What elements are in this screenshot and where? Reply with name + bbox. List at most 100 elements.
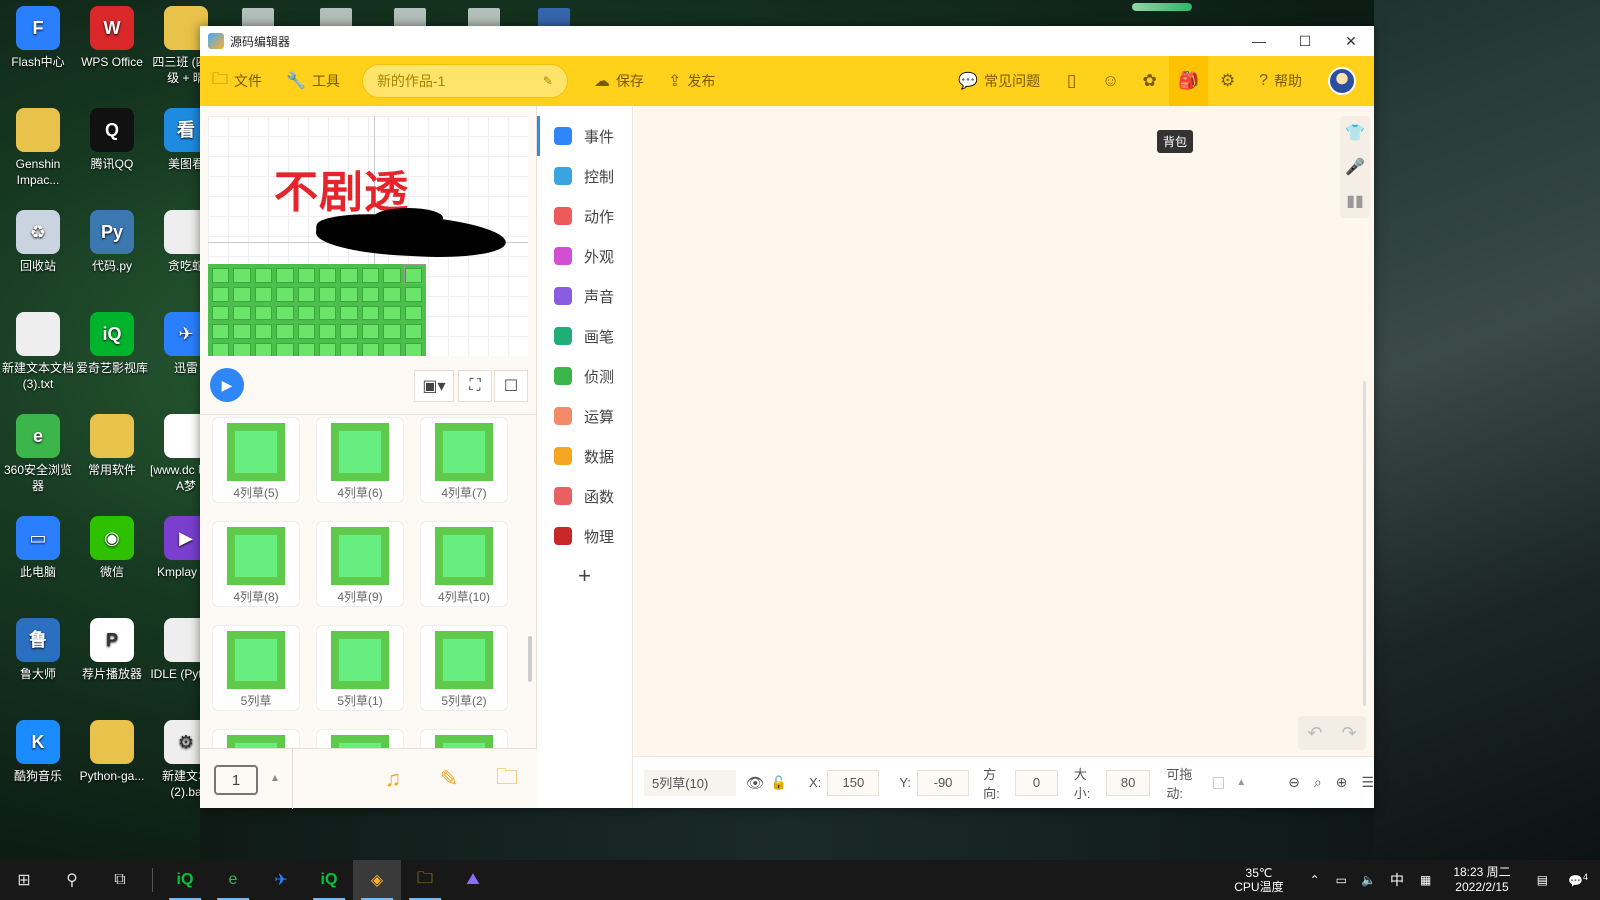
add-folder-icon[interactable]: 🗀: [492, 764, 522, 793]
selected-sprite-box[interactable]: [404, 264, 426, 284]
browser-360-taskbar-icon[interactable]: e: [209, 860, 257, 900]
project-name-input[interactable]: 新的作品-1 ✎: [361, 64, 568, 98]
minimize-button[interactable]: —: [1236, 26, 1282, 56]
sprite-card[interactable]: 5列草(1): [316, 625, 404, 711]
collapse-arrow-icon[interactable]: ▲: [1236, 777, 1246, 788]
eye-icon[interactable]: 👁: [746, 774, 765, 792]
maximize-button[interactable]: ☐: [1282, 26, 1328, 56]
sprite-card[interactable]: 4列草(10): [420, 521, 508, 607]
sprite-card[interactable]: 4列草(8): [212, 521, 300, 607]
zoom-out-icon[interactable]: ⊖: [1288, 774, 1300, 791]
category-item[interactable]: 事件: [537, 116, 632, 156]
chart-icon[interactable]: ▮▮: [1340, 184, 1370, 218]
costume-icon[interactable]: 👕: [1340, 116, 1370, 150]
category-item[interactable]: 运算: [537, 396, 632, 436]
sprite-card[interactable]: 4列草(6): [316, 417, 404, 503]
size-field[interactable]: 80: [1105, 769, 1151, 796]
desktop-icon[interactable]: 常用软件: [74, 408, 150, 478]
desktop-icon[interactable]: K 酷狗音乐: [0, 714, 76, 784]
scene-up-arrow-icon[interactable]: ▲: [270, 773, 280, 784]
user-avatar[interactable]: [1328, 67, 1356, 95]
direction-field[interactable]: 0: [1015, 769, 1058, 796]
desktop-icon[interactable]: ▭ 此电脑: [0, 510, 76, 580]
volume-icon[interactable]: 🔈: [1361, 873, 1376, 887]
desktop-icon[interactable]: iQ 爱奇艺影视库: [74, 306, 150, 376]
zoom-reset-icon[interactable]: ⌕: [1314, 774, 1322, 791]
tools-menu[interactable]: 🔧 工具: [274, 56, 352, 106]
play-button[interactable]: ▶: [210, 368, 244, 402]
start-windows-icon[interactable]: ⊞: [0, 860, 48, 900]
sprite-card[interactable]: 4列草(9): [316, 521, 404, 607]
chevron-up-icon[interactable]: ⌃: [1310, 873, 1320, 887]
workspace-vertical-scrollbar[interactable]: [1363, 381, 1366, 706]
category-item[interactable]: 画笔: [537, 316, 632, 356]
category-item[interactable]: 声音: [537, 276, 632, 316]
network-icon[interactable]: ▭: [1336, 873, 1347, 887]
desktop-icon[interactable]: Python-ga...: [74, 714, 150, 784]
grass-sprite-grid[interactable]: [208, 264, 426, 356]
desktop-icon[interactable]: 鲁鲁大师: [0, 612, 76, 682]
mobile-preview-icon[interactable]: ▯: [1052, 56, 1091, 106]
category-item[interactable]: 物理: [537, 516, 632, 556]
search-icon[interactable]: ⚲: [48, 860, 96, 900]
menu-icon[interactable]: ☰: [1361, 774, 1374, 791]
extensions-icon[interactable]: ✿: [1130, 56, 1169, 106]
clock[interactable]: 18:23 周二 2022/2/15: [1453, 865, 1510, 895]
desktop-icon[interactable]: ♻ 回收站: [0, 204, 76, 274]
draggable-checkbox[interactable]: [1212, 776, 1225, 789]
x-position-field[interactable]: 150: [827, 769, 880, 796]
redo-icon[interactable]: ↷: [1341, 723, 1356, 744]
sprite-list-scrollbar[interactable]: [528, 636, 532, 682]
desktop-icon[interactable]: Genshin Impac...: [0, 102, 76, 188]
iqiyi-taskbar-icon[interactable]: iQ: [161, 860, 209, 900]
notification-icon[interactable]: 💬4: [1568, 872, 1588, 888]
robot-icon[interactable]: ☺: [1091, 56, 1130, 106]
add-category-button[interactable]: +: [537, 556, 632, 596]
desktop-icon[interactable]: ◉ 微信: [74, 510, 150, 580]
code-editor-taskbar-icon[interactable]: ◈: [353, 860, 401, 900]
ime-indicator[interactable]: 中: [1390, 870, 1404, 890]
fullscreen-icon[interactable]: ⛶: [458, 370, 492, 402]
save-button[interactable]: ☁ 保存: [582, 56, 656, 106]
sprite-card[interactable]: 4列草(7): [420, 417, 508, 503]
small-stage-icon[interactable]: ☐: [494, 370, 528, 402]
undo-icon[interactable]: ↶: [1307, 723, 1322, 744]
stage-size-dropdown[interactable]: ▣▾: [414, 370, 454, 402]
xunlei-taskbar-icon[interactable]: ✈: [257, 860, 305, 900]
iqiyi-library-taskbar-icon[interactable]: iQ: [305, 860, 353, 900]
music-icon[interactable]: ♫: [378, 765, 408, 793]
stage-canvas[interactable]: 不剧透: [208, 116, 528, 356]
sprite-card[interactable]: [420, 729, 508, 748]
category-item[interactable]: 函数: [537, 476, 632, 516]
file-explorer-taskbar-icon[interactable]: 🗀: [401, 860, 449, 900]
sprite-card[interactable]: 5列草: [212, 625, 300, 711]
microphone-icon[interactable]: 🎤: [1340, 150, 1370, 184]
desktop-icon[interactable]: e 360安全浏览器: [0, 408, 76, 494]
desktop-icon[interactable]: 新建文本文档 (3).txt: [0, 306, 76, 392]
paint-brush-icon[interactable]: ✎: [434, 765, 464, 793]
publish-button[interactable]: ⇪ 发布: [656, 56, 727, 106]
category-item[interactable]: 外观: [537, 236, 632, 276]
category-item[interactable]: 控制: [537, 156, 632, 196]
photos-taskbar-icon[interactable]: ⛰: [449, 860, 497, 900]
desktop-icon[interactable]: W WPS Office: [74, 0, 150, 70]
desktop-icon[interactable]: P 荐片播放器: [74, 612, 150, 682]
sprite-card[interactable]: [212, 729, 300, 748]
y-position-field[interactable]: -90: [916, 769, 970, 796]
close-button[interactable]: ✕: [1328, 26, 1374, 56]
task-view-icon[interactable]: ⧉: [96, 860, 144, 900]
sprite-card[interactable]: 5列草(2): [420, 625, 508, 711]
code-workspace[interactable]: 👕 🎤 ▮▮ ↶ ↷: [634, 106, 1374, 762]
desktop-icon[interactable]: Py 代码.py: [74, 204, 150, 274]
settings-gear-icon[interactable]: ⚙: [1208, 56, 1247, 106]
sprite-card[interactable]: 4列草(5): [212, 417, 300, 503]
cpu-temp[interactable]: 35℃ CPU温度: [1234, 866, 1283, 894]
file-menu[interactable]: 🗀 文件: [200, 56, 274, 106]
desktop-icon[interactable]: Q 腾讯QQ: [74, 102, 150, 172]
sprite-name-field[interactable]: 5列草(10): [644, 769, 736, 796]
category-item[interactable]: 动作: [537, 196, 632, 236]
sprite-card[interactable]: [316, 729, 404, 748]
faq-button[interactable]: 💬 常见问题: [946, 56, 1052, 106]
category-item[interactable]: 侦测: [537, 356, 632, 396]
zoom-in-icon[interactable]: ⊕: [1336, 774, 1348, 791]
